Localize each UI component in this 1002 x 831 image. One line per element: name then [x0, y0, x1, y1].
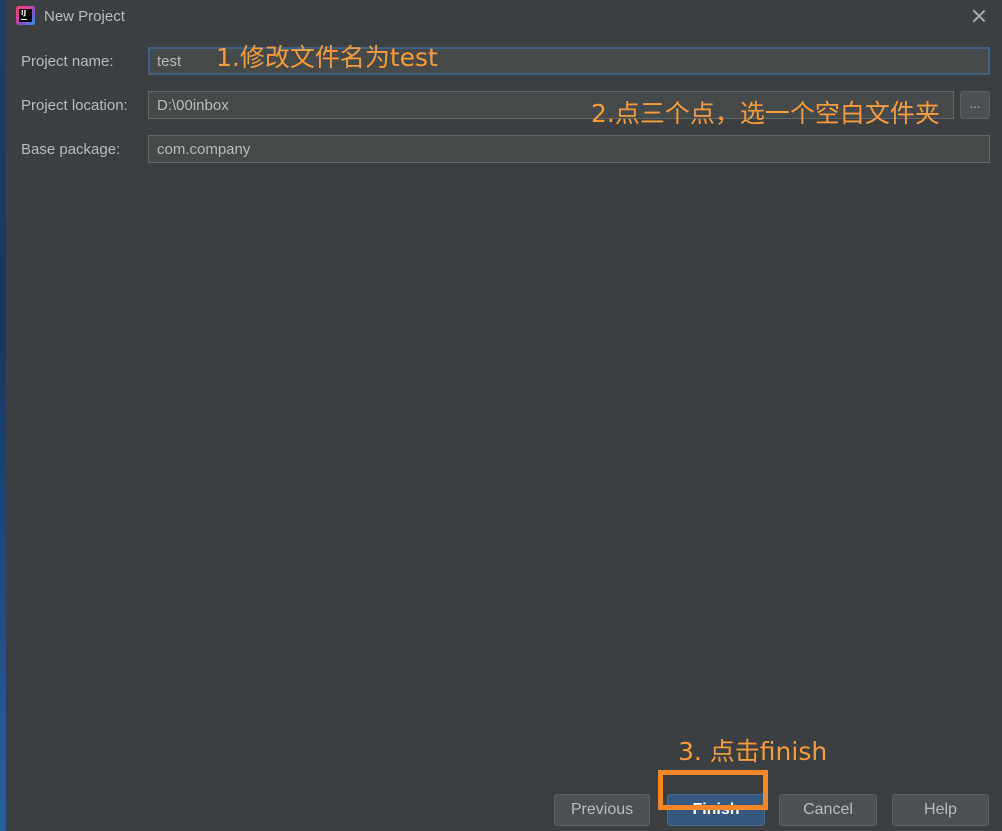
project-name-label: Project name: — [21, 53, 114, 70]
browse-button[interactable]: ... — [960, 91, 990, 119]
title-bar: IJ New Project — [6, 0, 1002, 34]
cancel-button[interactable]: Cancel — [779, 794, 877, 826]
base-package-input[interactable] — [148, 135, 990, 163]
annotation-step-2: 2.点三个点，选一个空白文件夹 — [591, 99, 940, 128]
finish-button[interactable]: Finish — [667, 794, 765, 826]
new-project-dialog: IJ New Project Project name: Project loc… — [6, 0, 1002, 831]
help-button[interactable]: Help — [892, 794, 989, 826]
annotation-step-1: 1.修改文件名为test — [216, 43, 438, 72]
base-package-label: Base package: — [21, 141, 121, 158]
window-title: New Project — [44, 8, 125, 25]
close-icon[interactable] — [968, 5, 990, 27]
project-location-label: Project location: — [21, 97, 128, 114]
previous-button[interactable]: Previous — [554, 794, 650, 826]
annotation-step-3: 3. 点击finish — [678, 737, 828, 766]
intellij-idea-icon: IJ — [16, 6, 35, 25]
